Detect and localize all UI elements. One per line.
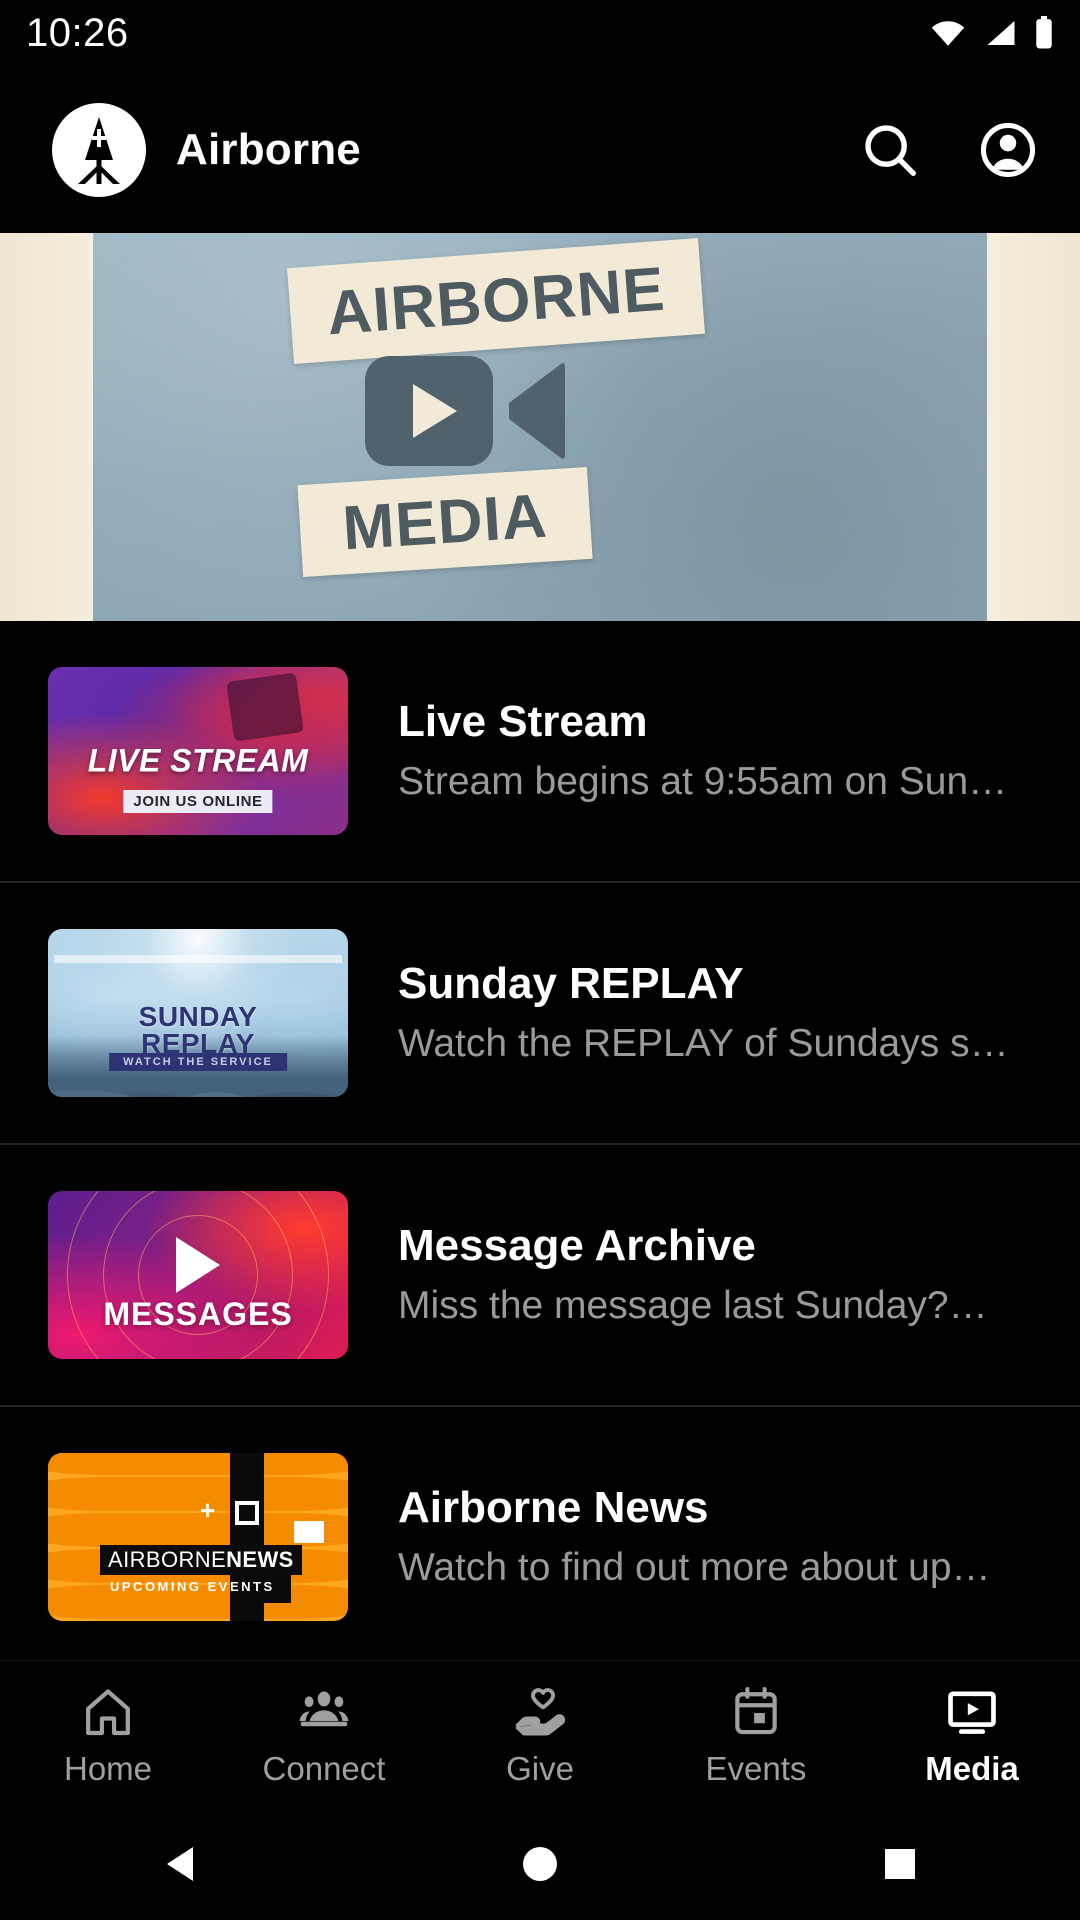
hero-right-edge [987, 233, 1080, 621]
thumbnail-label-part1: AIRBORNE [108, 1547, 227, 1572]
nav-item-connect[interactable]: Connect [216, 1684, 432, 1785]
list-item-text: Airborne News Watch to find out more abo… [348, 1483, 1080, 1592]
list-item-title: Message Archive [398, 1220, 756, 1270]
thumbnail-badge: WATCH THE SERVICE [109, 1053, 287, 1071]
thumbnail-label: LIVE STREAM [87, 742, 309, 779]
thumbnail-badge: JOIN US ONLINE [123, 790, 273, 813]
nav-item-give[interactable]: Give [432, 1684, 648, 1785]
nav-item-events[interactable]: Events [648, 1684, 864, 1785]
cellular-signal-icon [982, 18, 1020, 48]
list-item-subtitle: Watch to find out more about up… [398, 1545, 991, 1589]
plus-icon: + [200, 1495, 216, 1525]
nav-label-events: Events [705, 1750, 807, 1787]
thumbnail-sunday-replay: SUNDAY REPLAY WATCH THE SERVICE [48, 929, 348, 1097]
thumbnail-airborne-news: + AIRBORNENEWS UPCOMING EVENTS [48, 1453, 348, 1621]
stage-light-shape [226, 672, 304, 742]
nav-label-home: Home [63, 1750, 153, 1787]
list-item-subtitle: Stream begins at 9:55am on Sun… [398, 759, 1008, 803]
list-item-title: Sunday REPLAY [398, 958, 744, 1008]
home-circle-icon[interactable] [480, 1808, 600, 1920]
app-bar-actions [854, 114, 1044, 186]
play-triangle-icon [176, 1236, 220, 1293]
hero-banner[interactable]: AIRBORNE MEDIA [0, 233, 1080, 621]
list-item-title: Live Stream [398, 696, 648, 746]
nav-item-media[interactable]: Media [864, 1684, 1080, 1785]
list-item-text: Live Stream Stream begins at 9:55am on S… [348, 697, 1080, 806]
thumbnail-live-stream: LIVE STREAM JOIN US ONLINE [48, 667, 348, 835]
account-circle-icon[interactable] [972, 114, 1044, 186]
list-item[interactable]: MESSAGES Message Archive Miss the messag… [0, 1145, 1080, 1407]
list-item-text: Message Archive Miss the message last Su… [348, 1221, 1080, 1330]
thumbnail-label-line1: SUNDAY [138, 1000, 258, 1032]
list-item[interactable]: SUNDAY REPLAY WATCH THE SERVICE Sunday R… [0, 883, 1080, 1145]
list-item-subtitle: Miss the message last Sunday?… [398, 1283, 988, 1327]
recents-square-icon[interactable] [840, 1808, 960, 1920]
search-icon[interactable] [854, 114, 926, 186]
thumbnail-label-part2: NEWS [226, 1547, 294, 1572]
status-icon-group [928, 16, 1054, 50]
system-navigation-bar [0, 1808, 1080, 1920]
list-item-subtitle: Watch the REPLAY of Sundays s… [398, 1021, 1009, 1065]
battery-icon [1034, 16, 1054, 50]
list-item-title: Airborne News [398, 1482, 709, 1532]
brand-area[interactable]: Airborne [52, 102, 854, 197]
home-icon [80, 1684, 136, 1740]
white-square-shape [294, 1521, 324, 1543]
square-outline-shape [235, 1501, 259, 1525]
video-camera-play-icon [365, 348, 565, 478]
stage-truss-shape [54, 955, 342, 963]
list-item-text: Sunday REPLAY Watch the REPLAY of Sunday… [348, 959, 1080, 1068]
status-time: 10:26 [26, 11, 129, 55]
thumbnail-label: AIRBORNENEWS [100, 1545, 302, 1575]
bottom-navigation-bar: Home Connect Give Events Media [0, 1660, 1080, 1808]
back-triangle-icon[interactable] [120, 1808, 240, 1920]
wifi-icon [928, 18, 968, 48]
thumbnail-message-archive: MESSAGES [48, 1191, 348, 1359]
hero-title-line2: MEDIA [297, 466, 593, 578]
list-item[interactable]: LIVE STREAM JOIN US ONLINE Live Stream S… [0, 621, 1080, 883]
nav-item-home[interactable]: Home [0, 1684, 216, 1785]
status-bar: 10:26 [0, 0, 1080, 66]
app-title: Airborne [176, 124, 361, 174]
tv-play-icon [944, 1684, 1000, 1740]
media-list: LIVE STREAM JOIN US ONLINE Live Stream S… [0, 621, 1080, 1669]
nav-label-media: Media [925, 1750, 1019, 1787]
thumbnail-badge: UPCOMING EVENTS [110, 1579, 275, 1594]
app-screen: 10:26 Airborne AIRBORNE MEDIA LIVE STREA… [0, 0, 1080, 1920]
thumbnail-label: MESSAGES [103, 1296, 293, 1332]
people-group-icon [296, 1684, 352, 1740]
list-item[interactable]: + AIRBORNENEWS UPCOMING EVENTS Airborne … [0, 1407, 1080, 1669]
hero-left-edge [0, 233, 93, 621]
nav-label-connect: Connect [262, 1750, 386, 1787]
app-bar: Airborne [0, 66, 1080, 233]
calendar-icon [728, 1684, 784, 1740]
hand-heart-icon [512, 1684, 568, 1740]
airborne-logo-icon [52, 102, 146, 197]
nav-label-give: Give [506, 1750, 574, 1787]
